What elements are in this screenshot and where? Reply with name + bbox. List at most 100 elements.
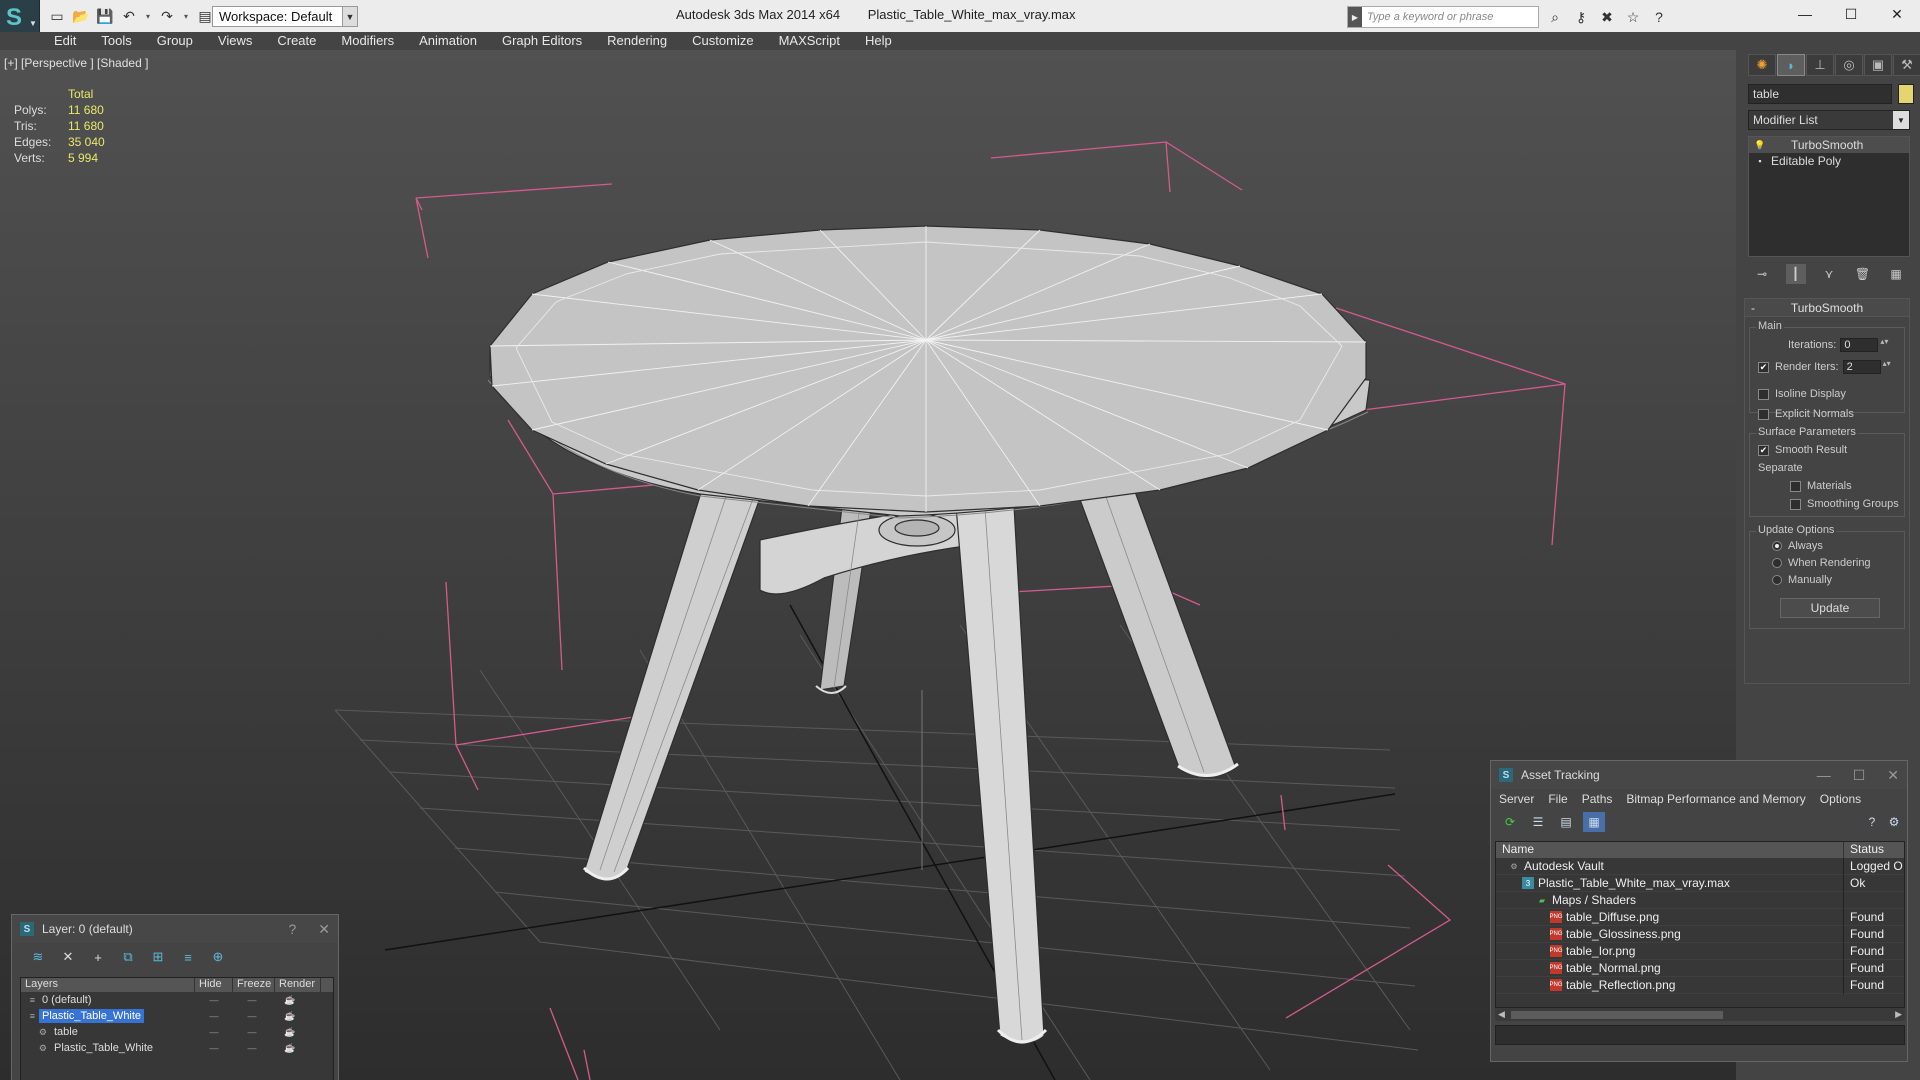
table-view-icon[interactable]: ▦ (1583, 812, 1605, 832)
menu-rendering[interactable]: Rendering (607, 33, 667, 48)
iterations-spinner[interactable]: 0 (1840, 338, 1888, 352)
smoothing-groups-checkbox[interactable] (1790, 498, 1801, 510)
render-teapot-icon[interactable]: ☕ (271, 1043, 309, 1054)
render-iters-checkbox[interactable]: ✔ (1758, 361, 1769, 373)
menu-maxscript[interactable]: MAXScript (779, 33, 840, 48)
materials-option[interactable]: Materials (1790, 480, 1852, 492)
isoline-checkbox[interactable] (1758, 388, 1769, 400)
hide-toggle[interactable]: — (195, 995, 233, 1006)
menu-group[interactable]: Group (157, 33, 193, 48)
render-teapot-icon[interactable]: ☕ (271, 1027, 309, 1038)
maximize-icon[interactable]: ☐ (1853, 767, 1866, 784)
asset-row[interactable]: PNG table_Normal.png Found (1496, 959, 1904, 977)
layer-row[interactable]: ⚙ table — — ☕ (21, 1024, 333, 1040)
menu-animation[interactable]: Animation (419, 33, 477, 48)
help-icon[interactable]: ? (288, 921, 296, 938)
viewport-label[interactable]: [+] [Perspective ] [Shaded ] (4, 56, 148, 70)
redo-icon[interactable]: ↷ (156, 5, 178, 27)
asset-row[interactable]: PNG table_Ior.png Found (1496, 942, 1904, 960)
show-end-result-icon[interactable]: ┃ (1785, 264, 1806, 284)
modify-tab-icon[interactable]: ◗ (1777, 54, 1805, 76)
open-file-icon[interactable]: 📂 (70, 5, 92, 27)
render-teapot-icon[interactable]: ☕ (271, 995, 309, 1006)
column-header-status[interactable]: Status (1844, 842, 1884, 858)
column-header-hide[interactable]: Hide (195, 978, 233, 992)
materials-checkbox[interactable] (1790, 480, 1801, 492)
freeze-toggle[interactable]: — (233, 1011, 271, 1022)
layer-row[interactable]: ⚙ Plastic_Table_White — — ☕ (21, 1040, 333, 1056)
layer-window-titlebar[interactable]: S Layer: 0 (default) ? ✕ (12, 915, 338, 943)
redo-dropdown-icon[interactable]: ▾ (180, 5, 192, 27)
always-radio[interactable] (1772, 541, 1782, 551)
asset-row[interactable]: ⚙ Autodesk Vault Logged O (1496, 857, 1904, 875)
asset-row[interactable]: PNG table_Reflection.png Found (1496, 976, 1904, 994)
layer-name[interactable]: 0 (default) (39, 993, 95, 1007)
layer-highlight-icon[interactable]: ⊕ (208, 947, 228, 967)
asset-menu-paths[interactable]: Paths (1582, 792, 1613, 806)
layer-row[interactable]: ≡ 0 (default) — — ☕ (21, 992, 333, 1008)
menu-tools[interactable]: Tools (101, 33, 131, 48)
object-color-swatch[interactable] (1898, 84, 1914, 104)
hide-toggle[interactable]: — (195, 1027, 233, 1038)
list-view-icon[interactable]: ☰ (1527, 812, 1549, 832)
column-header-render[interactable]: Render (275, 978, 321, 992)
minimize-icon[interactable]: — (1782, 0, 1828, 28)
update-button[interactable]: Update (1780, 598, 1880, 618)
update-manually-option[interactable]: Manually (1772, 574, 1832, 586)
asset-window-titlebar[interactable]: S Asset Tracking — ☐ ✕ (1491, 761, 1907, 789)
refresh-icon[interactable]: ⟳ (1499, 812, 1521, 832)
utilities-tab-icon[interactable]: ⚒ (1893, 54, 1920, 76)
layer-manage-icon[interactable]: ≋ (28, 947, 48, 967)
x-network-icon[interactable]: ✖ (1596, 6, 1618, 28)
update-always-option[interactable]: Always (1772, 540, 1823, 552)
select-in-layer-icon[interactable]: ⧉ (118, 947, 138, 967)
explicit-normals-checkbox[interactable] (1758, 408, 1769, 420)
close-icon[interactable]: ✕ (1874, 0, 1920, 28)
update-when-rendering-option[interactable]: When Rendering (1772, 557, 1871, 569)
menu-views[interactable]: Views (218, 33, 252, 48)
create-tab-icon[interactable]: ✺ (1748, 54, 1776, 76)
hierarchy-tab-icon[interactable]: ⊥ (1806, 54, 1834, 76)
close-icon[interactable]: ✕ (318, 921, 330, 938)
help-icon[interactable]: ? (1648, 6, 1670, 28)
layer-current-icon[interactable]: ≡ (178, 947, 198, 967)
asset-row[interactable]: 3 Plastic_Table_White_max_vray.max Ok (1496, 874, 1904, 892)
save-icon[interactable]: 💾 (94, 5, 116, 27)
help-icon[interactable]: ? (1861, 812, 1883, 832)
freeze-toggle[interactable]: — (233, 1027, 271, 1038)
workspace-dropdown[interactable]: Workspace: Default ▼ (212, 6, 358, 27)
binoculars-icon[interactable]: ⌕ (1544, 6, 1566, 28)
make-unique-icon[interactable]: ⋎ (1819, 264, 1839, 284)
when-rendering-radio[interactable] (1772, 558, 1782, 568)
rollout-header[interactable]: - TurboSmooth (1745, 299, 1909, 317)
menu-modifiers[interactable]: Modifiers (341, 33, 394, 48)
minimize-icon[interactable]: — (1817, 767, 1831, 784)
menu-edit[interactable]: Edit (54, 33, 76, 48)
asset-menu-bitmap-performance-and-memory[interactable]: Bitmap Performance and Memory (1626, 792, 1805, 806)
configure-modifier-sets-icon[interactable]: ▦ (1886, 264, 1906, 284)
scroll-left-icon[interactable]: ◀ (1498, 1009, 1505, 1020)
close-icon[interactable]: ✕ (1887, 767, 1899, 784)
qat-customize-icon[interactable]: ▼ (342, 6, 358, 27)
asset-scrollbar[interactable]: ◀ ▶ (1495, 1007, 1905, 1021)
render-teapot-icon[interactable]: ☕ (271, 1011, 309, 1022)
layer-row[interactable]: ≡ Plastic_Table_White — — ☕ (21, 1008, 333, 1024)
render-iters-spinner[interactable]: 2 (1842, 360, 1891, 374)
freeze-toggle[interactable]: — (233, 995, 271, 1006)
column-header-name[interactable]: Name (1496, 842, 1844, 858)
star-icon[interactable]: ☆ (1622, 6, 1644, 28)
column-header-freeze[interactable]: Freeze (233, 978, 275, 992)
add-icon[interactable]: + (88, 947, 108, 967)
stack-item-turbosmooth[interactable]: 💡 TurboSmooth (1749, 137, 1909, 153)
manually-radio[interactable] (1772, 575, 1782, 585)
hide-toggle[interactable]: — (195, 1011, 233, 1022)
asset-menu-file[interactable]: File (1548, 792, 1567, 806)
expand-plus-icon[interactable]: ▪ (1749, 156, 1771, 166)
settings-icon[interactable]: ⚙ (1883, 812, 1905, 832)
key-icon[interactable]: ⚷ (1570, 6, 1592, 28)
menu-customize[interactable]: Customize (692, 33, 753, 48)
maximize-icon[interactable]: ☐ (1828, 0, 1874, 28)
menu-create[interactable]: Create (277, 33, 316, 48)
asset-row[interactable]: PNG table_Diffuse.png Found (1496, 908, 1904, 926)
scroll-right-icon[interactable]: ▶ (1895, 1009, 1902, 1020)
